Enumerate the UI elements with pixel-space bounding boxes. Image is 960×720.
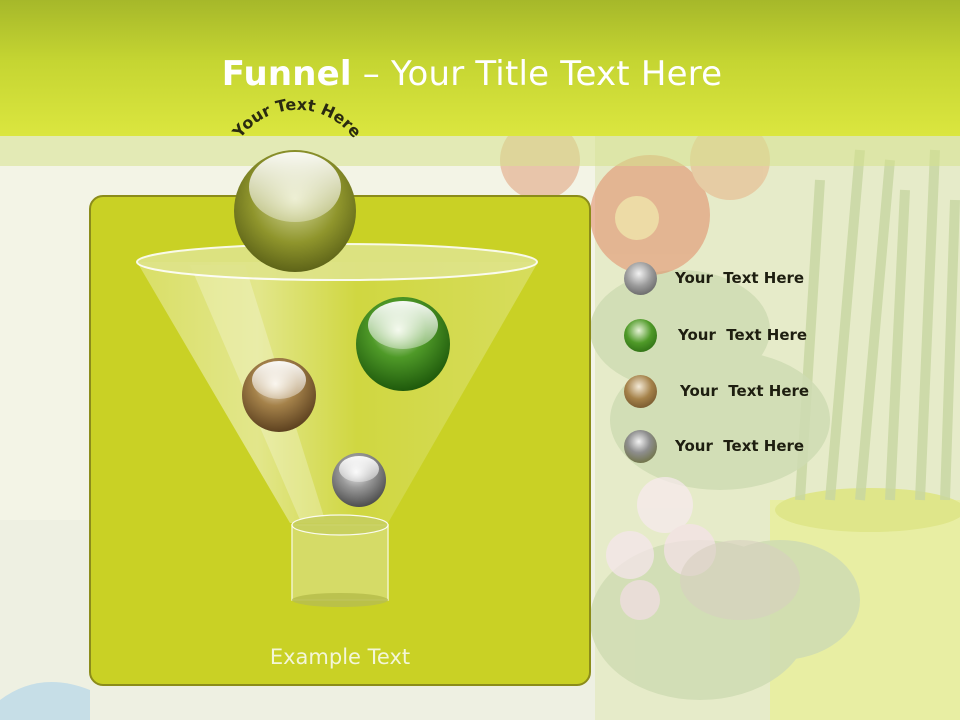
legend-item-3: Your Text Here xyxy=(620,373,880,413)
olive-bullet-icon xyxy=(624,430,657,463)
top-ball xyxy=(234,150,356,272)
brown-bullet-icon xyxy=(624,375,657,408)
legend-label-1: Your Text Here xyxy=(675,269,805,287)
slide: Funnel – Your Title Text Here Your Text … xyxy=(0,0,960,720)
legend-item-4: Your Text Here xyxy=(620,428,880,468)
gray-bullet-icon xyxy=(624,262,657,295)
legend-label-3: Your Text Here xyxy=(680,382,810,400)
legend-label-4: Your Text Here xyxy=(675,437,805,455)
green-ball xyxy=(356,297,450,391)
funnel-bottom-label: Example Text xyxy=(269,645,411,669)
legend-item-1: Your Text Here xyxy=(620,260,880,300)
gray-ball xyxy=(332,453,386,507)
green-bullet-icon xyxy=(624,319,657,352)
funnel-cylinder xyxy=(291,524,389,601)
funnel-graphic: Your Text Here xyxy=(136,95,538,607)
funnel-top-label: Your Text Here xyxy=(228,95,365,142)
legend-item-2: Your Text Here xyxy=(620,317,880,357)
legend-label-2: Your Text Here xyxy=(678,326,808,344)
brown-ball xyxy=(242,358,316,432)
